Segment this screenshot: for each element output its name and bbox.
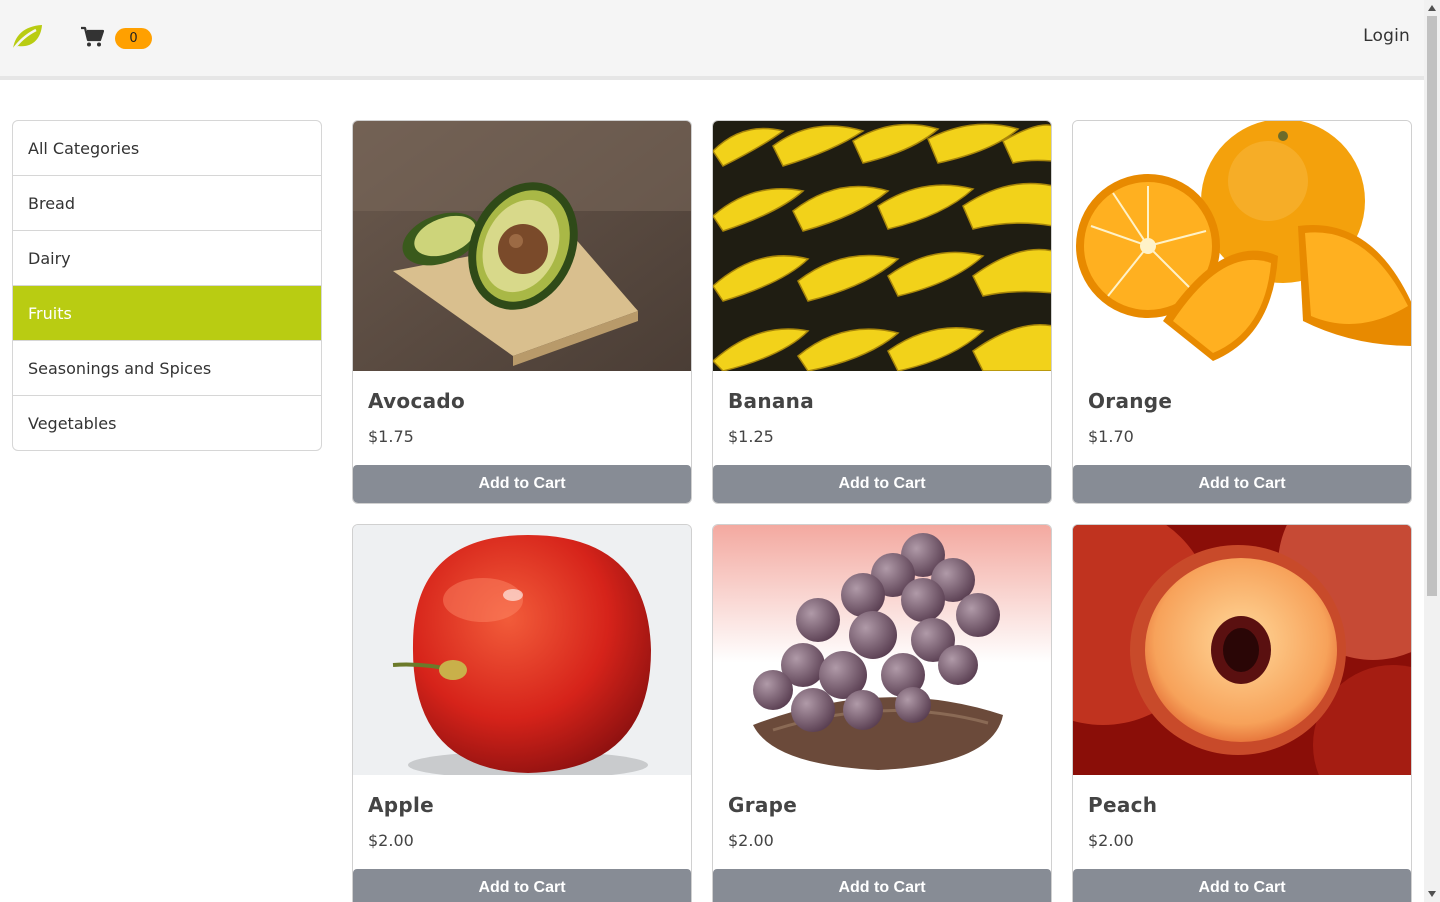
product-card-apple: Apple $2.00 Add to Cart — [352, 524, 692, 902]
category-fruits[interactable]: Fruits — [13, 286, 321, 341]
orange-image[interactable] — [1073, 121, 1411, 371]
product-price: $2.00 — [728, 831, 774, 850]
product-card-avocado: Avocado $1.75 Add to Cart — [352, 120, 692, 504]
top-navbar: 0 Login — [0, 0, 1424, 80]
category-vegetables[interactable]: Vegetables — [13, 396, 321, 450]
product-card-banana: Banana $1.25 Add to Cart — [712, 120, 1052, 504]
add-to-cart-button[interactable]: Add to Cart — [1073, 465, 1411, 503]
product-price: $1.75 — [368, 427, 414, 446]
product-card-grape: Grape $2.00 Add to Cart — [712, 524, 1052, 902]
category-seasonings[interactable]: Seasonings and Spices — [13, 341, 321, 396]
product-price: $2.00 — [1088, 831, 1134, 850]
grape-image[interactable] — [713, 525, 1051, 775]
product-price: $1.25 — [728, 427, 774, 446]
apple-image[interactable] — [353, 525, 691, 775]
product-price: $2.00 — [368, 831, 414, 850]
category-dairy[interactable]: Dairy — [13, 231, 321, 286]
leaf-icon[interactable] — [10, 22, 44, 52]
scrollbar-thumb[interactable] — [1427, 16, 1437, 596]
scroll-down-arrow-icon[interactable] — [1424, 886, 1440, 902]
product-name[interactable]: Peach — [1088, 793, 1157, 817]
add-to-cart-button[interactable]: Add to Cart — [353, 465, 691, 503]
product-name[interactable]: Grape — [728, 793, 797, 817]
category-all[interactable]: All Categories — [13, 121, 321, 176]
product-card-orange: Orange $1.70 Add to Cart — [1072, 120, 1412, 504]
banana-image[interactable] — [713, 121, 1051, 371]
add-to-cart-button[interactable]: Add to Cart — [353, 869, 691, 902]
add-to-cart-button[interactable]: Add to Cart — [713, 465, 1051, 503]
cart-count-badge: 0 — [115, 28, 152, 49]
login-link[interactable]: Login — [1363, 26, 1410, 46]
category-list: All Categories Bread Dairy Fruits Season… — [12, 120, 322, 451]
product-name[interactable]: Banana — [728, 389, 814, 413]
product-card-peach: Peach $2.00 Add to Cart — [1072, 524, 1412, 902]
scroll-up-arrow-icon[interactable] — [1424, 0, 1440, 16]
product-name[interactable]: Apple — [368, 793, 434, 817]
avocado-image[interactable] — [353, 121, 691, 371]
cart-icon[interactable] — [80, 26, 104, 48]
add-to-cart-button[interactable]: Add to Cart — [713, 869, 1051, 902]
peach-image[interactable] — [1073, 525, 1411, 775]
product-price: $1.70 — [1088, 427, 1134, 446]
category-bread[interactable]: Bread — [13, 176, 321, 231]
product-name[interactable]: Avocado — [368, 389, 465, 413]
product-name[interactable]: Orange — [1088, 389, 1172, 413]
add-to-cart-button[interactable]: Add to Cart — [1073, 869, 1411, 902]
